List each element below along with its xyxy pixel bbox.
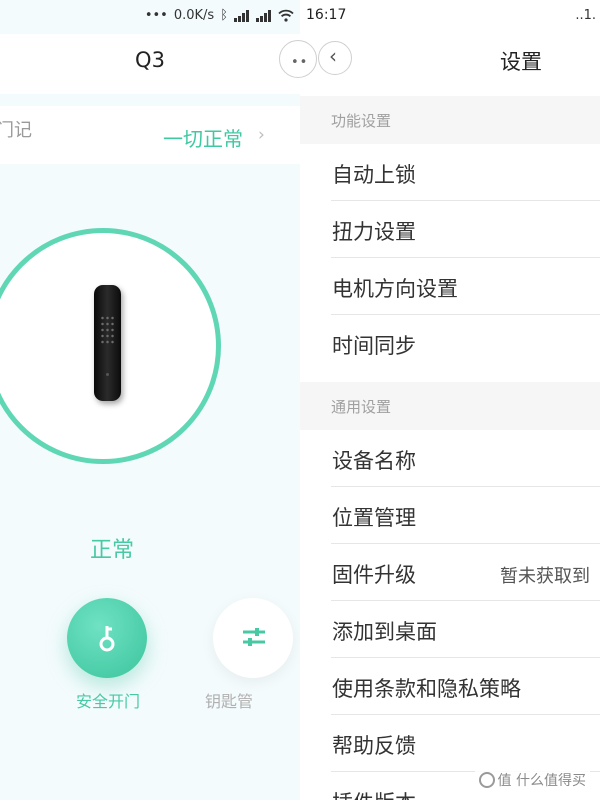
settings-row-motor-direction[interactable]: 电机方向设置 xyxy=(300,258,600,315)
status-right-edge: ..1. xyxy=(575,8,596,23)
section-header: 通用设置 xyxy=(331,398,392,416)
settings-row-add-to-desktop[interactable]: 添加到桌面 xyxy=(300,601,600,658)
network-speed: 0.0K/s xyxy=(173,8,215,23)
settings-row-help-feedback[interactable]: 帮助反馈 xyxy=(300,715,600,772)
key-manage-label: 钥匙管 xyxy=(205,692,254,711)
indicator-dot xyxy=(106,373,109,376)
row-label: 自动上锁 xyxy=(332,163,416,187)
row-label: 插件版本 xyxy=(332,787,416,800)
page-title: Q3 xyxy=(135,48,165,72)
settings-row-terms-privacy[interactable]: 使用条款和隐私策略 xyxy=(300,658,600,715)
settings-title: 设置 xyxy=(500,50,542,74)
settings-row-location[interactable]: 位置管理 xyxy=(300,487,600,544)
settings-row-torque[interactable]: 扭力设置 xyxy=(300,201,600,258)
unlock-label: 安全开门 xyxy=(75,692,140,711)
settings-row-time-sync[interactable]: 时间同步 xyxy=(300,315,600,372)
settings-row-device-name[interactable]: 设备名称 xyxy=(300,430,600,487)
keypad-image xyxy=(100,315,115,345)
record-strip[interactable] xyxy=(0,106,300,164)
bluetooth-icon: ᛒ xyxy=(220,8,228,23)
watermark-text: 值 什么值得买 xyxy=(497,773,586,789)
section-function-settings: 功能设置 xyxy=(300,96,600,144)
status-time: 16:17 xyxy=(306,7,347,23)
record-label: 门记 xyxy=(0,120,32,141)
status-icons: ••• 0.0K/s ᛒ xyxy=(145,8,294,23)
more-button[interactable]: •• xyxy=(279,40,317,78)
door-lock-image xyxy=(94,285,121,401)
key-icon xyxy=(99,626,115,652)
signal-icon-2 xyxy=(256,9,272,22)
settings-screen: 16:17 ..1. ‹ 设置 功能设置 自动上锁 扭力设置 电机方向设置 时间… xyxy=(300,0,600,800)
watermark: 值 什么值得买 xyxy=(474,768,590,792)
device-main-screen: ••• 0.0K/s ᛒ Q3 门记 一切正常 › 正常 安全开门 钥匙管 xyxy=(0,0,300,800)
firmware-status: 暂未获取到 xyxy=(500,566,590,587)
row-label: 电机方向设置 xyxy=(332,277,458,301)
lock-state-text: 正常 xyxy=(89,538,134,563)
row-label: 帮助反馈 xyxy=(332,734,416,758)
section-header: 功能设置 xyxy=(331,112,392,130)
section-general-settings: 通用设置 xyxy=(300,382,600,430)
sliders-icon xyxy=(243,628,265,646)
row-label: 时间同步 xyxy=(332,334,416,358)
watermark-logo-icon xyxy=(478,772,495,788)
row-label: 扭力设置 xyxy=(332,220,416,244)
row-label: 使用条款和隐私策略 xyxy=(332,677,521,701)
settings-row-firmware[interactable]: 固件升级 暂未获取到 xyxy=(300,544,600,601)
signal-icon xyxy=(234,9,250,22)
back-chevron-icon: ‹ xyxy=(329,44,337,68)
notification-dots-icon: ••• xyxy=(144,8,168,23)
more-dots-icon: •• xyxy=(291,55,309,70)
settings-row-auto-lock[interactable]: 自动上锁 xyxy=(300,144,600,201)
wifi-icon xyxy=(278,9,294,22)
status-bar-left: ••• 0.0K/s ᛒ xyxy=(0,0,300,34)
row-label: 位置管理 xyxy=(332,506,416,530)
row-label: 设备名称 xyxy=(332,449,416,473)
status-summary-link[interactable]: 一切正常 xyxy=(163,123,243,152)
row-label: 添加到桌面 xyxy=(332,620,437,644)
unlock-button[interactable] xyxy=(67,598,147,678)
back-button[interactable]: ‹ xyxy=(318,41,352,75)
chevron-right-icon: › xyxy=(258,125,265,145)
key-manage-button[interactable] xyxy=(213,598,293,678)
row-label: 固件升级 xyxy=(332,563,416,587)
